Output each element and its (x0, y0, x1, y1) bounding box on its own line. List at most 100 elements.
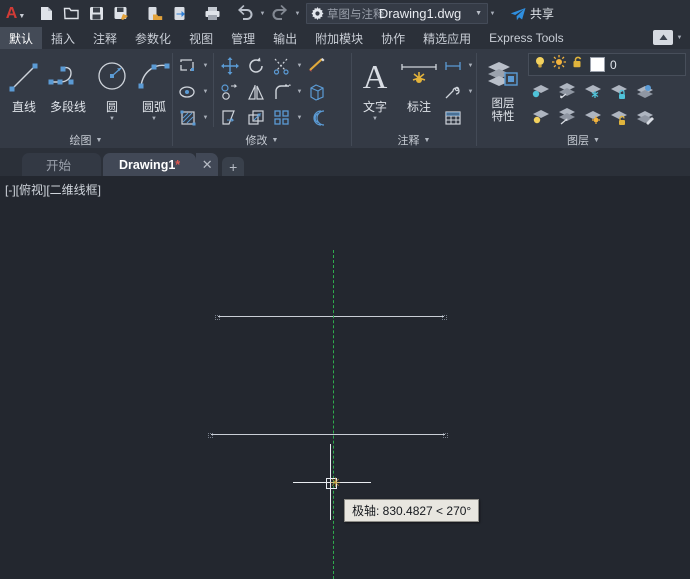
current-layer-selector[interactable]: 0 (528, 53, 686, 76)
copy-icon[interactable] (217, 79, 243, 105)
ribbon-tab-addins[interactable]: 附加模块 (306, 27, 372, 49)
layer-off-icon[interactable] (528, 78, 554, 104)
ribbon-minimize-control[interactable]: ▼ (653, 30, 684, 45)
save-to-web-icon[interactable] (167, 2, 191, 26)
save-icon[interactable] (84, 2, 108, 26)
stretch-icon[interactable] (217, 105, 243, 131)
trim-scissors-icon[interactable] (269, 53, 295, 79)
layer-change-icon[interactable] (632, 104, 658, 130)
chevron-down-icon[interactable]: ▼ (372, 116, 378, 122)
layer-on-icon[interactable] (528, 104, 554, 130)
print-icon[interactable] (200, 2, 224, 26)
chevron-down-icon[interactable]: ▼ (295, 79, 304, 105)
ribbon-tab-featured-apps[interactable]: 精选应用 (414, 27, 480, 49)
ribbon-tab-output[interactable]: 输出 (264, 27, 306, 49)
unlock-icon[interactable] (571, 55, 585, 74)
ribbon-tab-manage[interactable]: 管理 (222, 27, 264, 49)
ribbon-tab-insert[interactable]: 插入 (42, 27, 84, 49)
hatch-icon[interactable] (175, 105, 201, 131)
ribbon-minimize-icon[interactable] (653, 30, 673, 45)
close-icon[interactable]: ✕ (196, 153, 218, 176)
open-from-web-icon[interactable] (142, 2, 166, 26)
chevron-down-icon[interactable]: ▼ (593, 137, 600, 144)
undo-icon[interactable] (233, 2, 257, 26)
table-icon[interactable] (440, 105, 466, 131)
layer-lock-icon[interactable] (606, 78, 632, 104)
layer-unlock-icon[interactable] (606, 104, 632, 130)
horizontal-line-upper[interactable] (218, 316, 444, 317)
new-tab-icon[interactable]: + (222, 157, 244, 176)
layer-freeze-icon[interactable] (580, 78, 606, 104)
viewport-label[interactable]: [-][俯视][二维线框] (5, 181, 101, 198)
mirror-icon[interactable] (243, 79, 269, 105)
move-icon[interactable] (217, 53, 243, 79)
ribbon-tab-annotate[interactable]: 注释 (84, 27, 126, 49)
chevron-down-icon[interactable]: ▼ (675, 35, 684, 41)
chevron-down-icon[interactable]: ▼ (424, 137, 431, 144)
share-button[interactable]: 共享 (510, 5, 554, 22)
tool-arc[interactable]: 圆弧 ▼ (134, 53, 174, 122)
redo-icon[interactable] (268, 2, 292, 26)
chevron-down-icon[interactable]: ▼ (295, 53, 304, 79)
layer-thaw-icon[interactable] (580, 104, 606, 130)
qat-customize-icon[interactable]: ▼ (488, 11, 497, 17)
undo-dropdown-icon[interactable]: ▼ (258, 11, 267, 17)
document-tab-start[interactable]: 开始 (22, 153, 101, 176)
panel-layers-footer[interactable]: 图层 ▼ (477, 132, 690, 148)
tool-dimension[interactable]: 标注 (398, 53, 440, 115)
chevron-down-icon[interactable]: ▼ (272, 137, 279, 144)
app-menu-button[interactable]: A ▼ (0, 0, 30, 27)
chevron-down-icon[interactable]: ▼ (475, 10, 487, 17)
sun-icon[interactable] (552, 55, 566, 74)
layer-isolate-icon[interactable] (554, 78, 580, 104)
layer-match-icon[interactable] (632, 78, 658, 104)
leader-icon[interactable] (440, 79, 466, 105)
open-folder-icon[interactable] (59, 2, 83, 26)
chevron-down-icon[interactable]: ▼ (201, 105, 210, 131)
rotate-icon[interactable] (243, 53, 269, 79)
box-icon[interactable] (304, 79, 330, 105)
ribbon-tab-view[interactable]: 视图 (180, 27, 222, 49)
ribbon-tab-collaborate[interactable]: 协作 (372, 27, 414, 49)
redo-dropdown-icon[interactable]: ▼ (293, 11, 302, 17)
erase-icon[interactable] (175, 79, 201, 105)
tool-circle[interactable]: 圆 ▼ (92, 53, 132, 122)
tool-text[interactable]: A 文字 ▼ (356, 53, 394, 122)
fillet-icon[interactable] (269, 79, 295, 105)
chevron-down-icon[interactable]: ▼ (201, 53, 210, 79)
array-icon[interactable] (269, 105, 295, 131)
new-file-icon[interactable] (34, 2, 58, 26)
panel-draw-footer[interactable]: 绘图 ▼ (0, 132, 172, 148)
layer-tools-row-1 (528, 78, 686, 104)
drawing-canvas[interactable]: [-][俯视][二维线框] ✳ 极轴: 830.4827 < 270° (0, 176, 690, 579)
save-as-icon[interactable] (109, 2, 133, 26)
scale-icon[interactable] (243, 105, 269, 131)
ribbon-tab-home[interactable]: 默认 (0, 27, 42, 49)
chevron-down-icon[interactable]: ▼ (201, 79, 210, 105)
chevron-down-icon[interactable]: ▼ (96, 137, 103, 144)
tool-arc-label: 圆弧 (142, 98, 166, 115)
layer-color-swatch[interactable] (590, 57, 605, 72)
ribbon-tab-parametric[interactable]: 参数化 (126, 27, 180, 49)
document-tab-drawing1[interactable]: Drawing1* (103, 153, 196, 176)
tool-layer-properties[interactable]: 图层 特性 (481, 53, 525, 124)
layer-unisolate-icon[interactable] (554, 104, 580, 130)
chevron-down-icon[interactable]: ▼ (466, 53, 475, 79)
trim-icon[interactable] (175, 53, 201, 79)
tool-polyline[interactable]: 多段线 (46, 53, 90, 115)
panel-modify-footer[interactable]: 修改 ▼ (173, 132, 351, 148)
chevron-down-icon[interactable]: ▼ (109, 116, 115, 122)
explode-icon[interactable] (304, 53, 330, 79)
workspace-selector[interactable]: 草图与注释 ▼ (306, 3, 488, 24)
offset-icon[interactable] (304, 105, 330, 131)
tool-line[interactable]: 直线 (4, 53, 44, 115)
chevron-down-icon[interactable]: ▼ (295, 105, 304, 131)
lightbulb-icon[interactable] (533, 55, 547, 74)
horizontal-line-lower[interactable] (211, 434, 445, 435)
ribbon-tab-express-tools[interactable]: Express Tools (480, 27, 572, 49)
linear-dimension-icon[interactable] (440, 53, 466, 79)
chevron-down-icon[interactable]: ▼ (151, 116, 157, 122)
tool-polyline-label: 多段线 (50, 98, 86, 115)
chevron-down-icon[interactable]: ▼ (466, 79, 475, 105)
panel-annotation-footer[interactable]: 注释 ▼ (352, 132, 476, 148)
